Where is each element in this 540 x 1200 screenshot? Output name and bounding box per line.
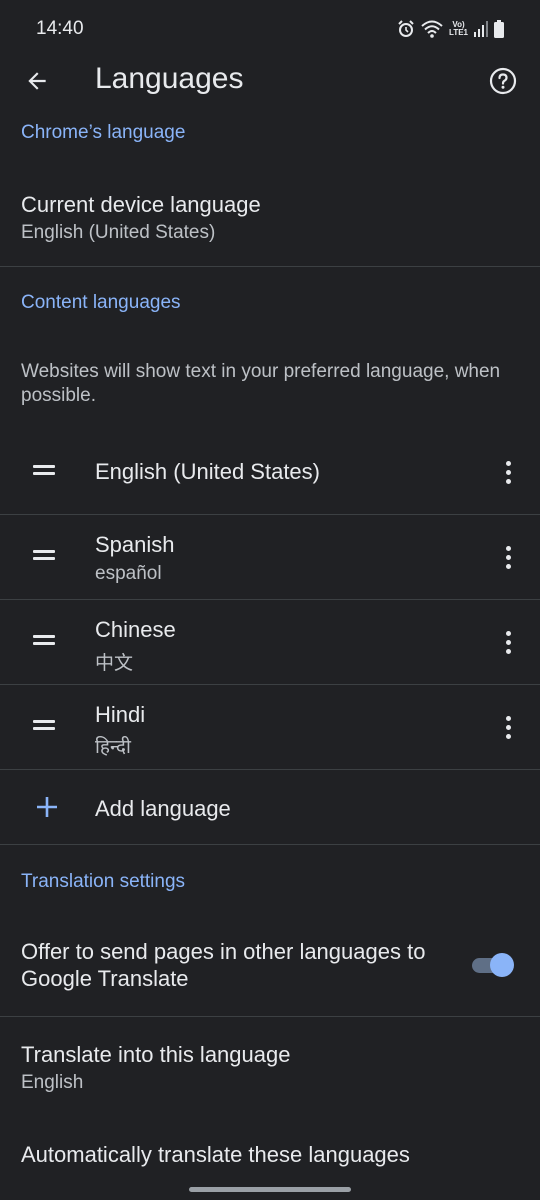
offer-translate-row[interactable]: Offer to send pages in other languages t… [0,928,540,1016]
help-icon [489,67,517,95]
drag-handle-icon[interactable] [33,550,55,560]
help-button[interactable] [484,62,522,100]
status-icons: Vo) LTE1 [397,20,504,38]
translate-target-value: English [21,1072,84,1093]
section-header-chrome-language: Chrome’s language [21,122,186,143]
add-language-label: Add language [95,796,231,821]
offer-translate-label: Offer to send pages in other languages t… [21,939,426,991]
language-native-name: español [95,563,162,584]
signal-icon [474,21,488,37]
drag-handle-icon[interactable] [33,465,55,475]
drag-handle-icon[interactable] [33,720,55,730]
auto-translate-label: Automatically translate these languages [21,1142,410,1167]
status-time: 14:40 [36,18,84,39]
page-title: Languages [95,62,244,95]
auto-translate-row[interactable]: Automatically translate these languages [0,1120,540,1180]
status-bar: 14:40 Vo) LTE1 [0,0,540,58]
language-native-name: 中文 [95,653,134,674]
language-row-english[interactable]: English (United States) [0,430,540,514]
language-name: Hindi [95,702,146,727]
current-device-language-value: English (United States) [21,222,216,243]
language-row-chinese[interactable]: Chinese 中文 [0,600,540,684]
gesture-navigation-handle[interactable] [189,1187,351,1192]
wifi-icon [421,20,443,38]
language-row-spanish[interactable]: Spanish español [0,515,540,599]
arrow-back-icon [28,72,46,90]
drag-handle-icon[interactable] [33,635,55,645]
translate-target-row[interactable]: Translate into this language English [0,1017,540,1107]
more-options-icon[interactable] [498,542,518,572]
language-name: Spanish [95,532,175,557]
more-options-icon[interactable] [498,457,518,487]
translate-target-label: Translate into this language [21,1042,291,1067]
add-language-button[interactable]: Add language [0,770,540,844]
divider [0,266,540,267]
battery-icon [494,20,504,38]
more-options-icon[interactable] [498,627,518,657]
section-header-translation-settings: Translation settings [21,871,186,892]
divider [0,844,540,845]
back-button[interactable] [18,62,56,100]
current-device-language-label: Current device language [21,192,261,217]
toggle-thumb [490,953,514,977]
language-name: English (United States) [95,459,320,484]
offer-translate-toggle[interactable] [472,953,514,977]
alarm-icon [398,20,414,37]
network-type-label: Vo) LTE1 [449,20,468,37]
language-native-name: हिन्दी [95,737,131,758]
content-languages-description: Websites will show text in your preferre… [21,361,501,406]
current-device-language-row[interactable]: Current device language English (United … [0,176,540,266]
more-options-icon[interactable] [498,712,518,742]
language-row-hindi[interactable]: Hindi हिन्दी [0,685,540,769]
section-header-content-languages: Content languages [21,292,181,313]
add-icon [37,797,57,817]
app-toolbar: Languages [0,58,540,104]
language-name: Chinese [95,617,176,642]
